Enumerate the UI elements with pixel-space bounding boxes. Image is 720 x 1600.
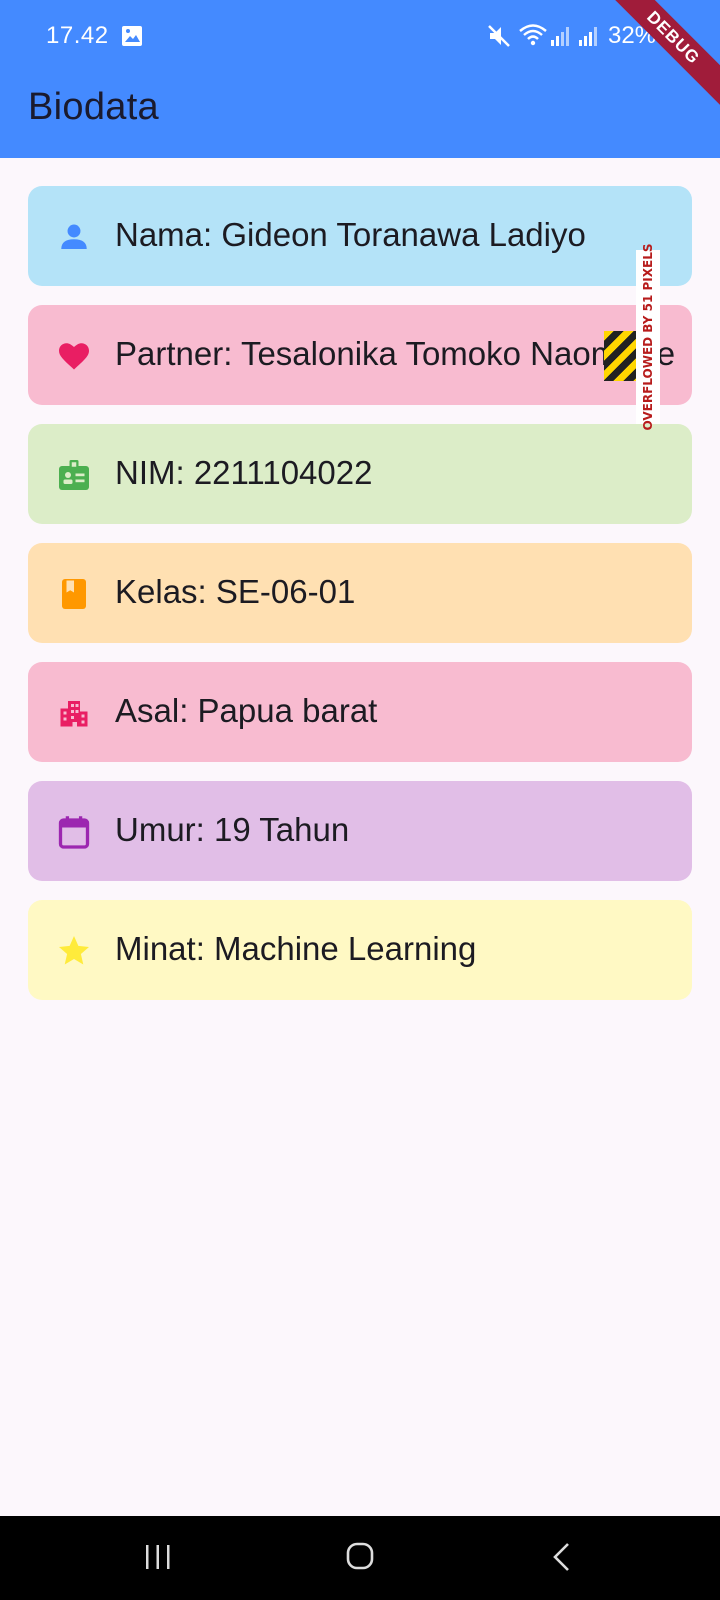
card-label: Minat: Machine Learning [115, 930, 477, 967]
recents-icon[interactable] [144, 1542, 172, 1572]
card-asal: Asal: Papua barat [28, 662, 692, 762]
overflow-warning-text: OVERFLOWED BY 51 PIXELS [641, 243, 655, 431]
card-nim: NIM: 2211104022 [28, 424, 692, 524]
star-icon [59, 936, 89, 965]
card-label: Partner: Tesalonika Tomoko Naomi Pe [115, 335, 676, 372]
card-nama: Nama: Gideon Toranawa Ladiyo [28, 186, 692, 286]
card-umur: Umur: 19 Tahun [28, 781, 692, 881]
card-label: Umur: 19 Tahun [115, 811, 350, 848]
status-time: 17.42 [46, 22, 109, 49]
back-icon[interactable] [550, 1541, 572, 1573]
card-label: Kelas: SE-06-01 [115, 573, 356, 610]
system-nav-bar [0, 1516, 720, 1600]
card-label: Nama: Gideon Toranawa Ladiyo [115, 216, 586, 253]
card-minat: Minat: Machine Learning [28, 900, 692, 1000]
status-bar: 17.42 32% [0, 0, 720, 70]
home-icon[interactable] [345, 1541, 375, 1571]
biodata-card-list: Nama: Gideon Toranawa Ladiyo Partner: Te… [28, 186, 692, 1019]
badge-icon [59, 460, 89, 490]
card-label: NIM: 2211104022 [115, 454, 373, 491]
signal-icon [579, 27, 597, 46]
book-icon [62, 579, 86, 609]
overflow-warning: OVERFLOWED BY 51 PIXELS [636, 243, 660, 431]
signal-icon [551, 27, 569, 46]
page-title: Biodata [28, 86, 159, 128]
person-icon [61, 224, 87, 249]
calendar-icon [58, 816, 90, 849]
card-label: Asal: Papua barat [115, 692, 378, 729]
app-bar: 17.42 32% Biodata DEBUG [0, 0, 720, 158]
gallery-icon [122, 26, 142, 46]
mute-icon [488, 25, 510, 47]
card-kelas: Kelas: SE-06-01 [28, 543, 692, 643]
heart-icon [59, 343, 89, 370]
wifi-icon [519, 24, 547, 46]
city-icon [60, 701, 88, 727]
card-partner: Partner: Tesalonika Tomoko Naomi Pe [28, 305, 692, 405]
